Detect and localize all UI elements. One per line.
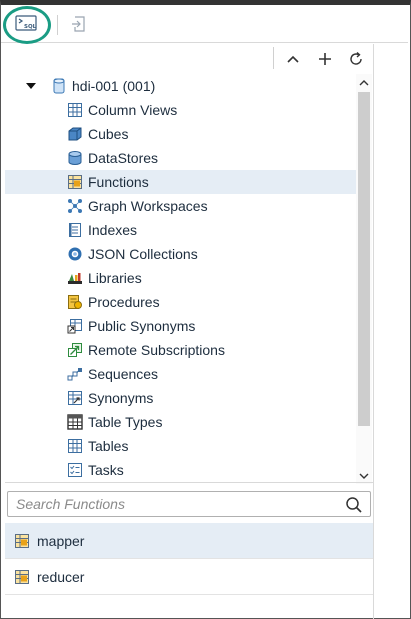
tree-item-remote-subscriptions[interactable]: Remote Subscriptions (5, 338, 356, 362)
tree-item-label: Column Views (88, 102, 178, 118)
tree-item-cubes[interactable]: Cubes (5, 122, 356, 146)
tree-root-label: hdi-001 (001) (72, 78, 156, 94)
panel-divider (373, 44, 374, 619)
tree-scrollbar[interactable] (356, 74, 372, 484)
tree-item-datastores[interactable]: DataStores (5, 146, 356, 170)
search-icon[interactable] (345, 496, 363, 514)
tree-toolbar (5, 44, 373, 74)
table-type-icon (67, 414, 83, 430)
search-results-list: mapper reducer (5, 523, 373, 619)
tree-toolbar-divider (273, 47, 274, 69)
search-input[interactable] (16, 495, 336, 513)
tree-item-label: Graph Workspaces (88, 198, 208, 214)
toolbar-divider (57, 15, 58, 35)
tree-bottom-divider (5, 482, 373, 483)
procedure-icon (68, 295, 82, 309)
tree-item-label: Functions (88, 174, 149, 190)
tree-item-tables[interactable]: Tables (5, 434, 356, 458)
scroll-thumb[interactable] (358, 92, 370, 426)
scroll-up-button[interactable] (356, 76, 372, 90)
tree-item-label: Public Synonyms (88, 318, 196, 334)
catalog-tree: hdi-001 (001) Column Views Cubes DataSto… (5, 74, 356, 480)
scroll-down-button[interactable] (356, 469, 372, 483)
import-icon (72, 16, 85, 32)
tree-item-label: Procedures (88, 294, 160, 310)
tree-item-label: Remote Subscriptions (88, 342, 225, 358)
database-icon (53, 78, 65, 94)
json-collection-icon (68, 247, 82, 261)
column-views-icon (68, 103, 82, 117)
refresh-button[interactable] (344, 48, 368, 70)
tree-item-label: Sequences (88, 366, 159, 382)
tree-item-label: DataStores (88, 150, 159, 166)
tree-item-label: Tables (88, 438, 129, 454)
tree-item-label: Indexes (88, 222, 138, 238)
chevron-down-icon (359, 473, 369, 479)
sql-console-button[interactable]: SQL (11, 11, 41, 37)
caret-down-icon[interactable] (25, 82, 37, 90)
add-button[interactable] (313, 48, 337, 70)
tree-item-tasks[interactable]: Tasks (5, 458, 356, 480)
tree-item-indexes[interactable]: Indexes (5, 218, 356, 242)
table-icon (68, 439, 82, 453)
sequence-icon (67, 368, 82, 381)
chevron-up-icon (359, 80, 369, 86)
result-item-mapper[interactable]: mapper (5, 523, 373, 559)
tree-item-label: Synonyms (88, 390, 154, 406)
result-item-label: mapper (37, 532, 85, 549)
task-icon (68, 463, 82, 477)
cube-icon (68, 127, 82, 141)
main-toolbar: SQL (1, 5, 408, 44)
result-item-label: reducer (37, 568, 85, 585)
import-button[interactable] (64, 11, 94, 37)
result-item-reducer[interactable]: reducer (5, 559, 373, 595)
tree-item-functions[interactable]: Functions (5, 170, 356, 194)
index-icon (69, 223, 81, 237)
tree-item-synonyms[interactable]: Synonyms (5, 386, 356, 410)
sql-console-icon: SQL (15, 15, 37, 31)
tree-item-label: Libraries (88, 270, 142, 286)
tree-item-table-types[interactable]: Table Types (5, 410, 356, 434)
tree-item-label: Table Types (88, 414, 163, 430)
remote-subscription-icon (68, 343, 82, 357)
graph-workspace-icon (68, 199, 82, 213)
tree-item-label: JSON Collections (88, 246, 198, 262)
tree-root-node[interactable]: hdi-001 (001) (5, 74, 356, 98)
function-icon (15, 569, 29, 584)
datastore-icon (68, 151, 82, 165)
synonym-icon (68, 391, 82, 405)
tree-item-label: Cubes (88, 126, 129, 142)
svg-text:SQL: SQL (24, 24, 37, 30)
function-icon (15, 533, 29, 548)
tree-item-label: Tasks (88, 462, 124, 478)
library-icon (68, 273, 82, 284)
function-icon (68, 175, 82, 189)
tree-item-column-views[interactable]: Column Views (5, 98, 356, 122)
public-synonym-icon (67, 319, 82, 334)
tree-item-graph-workspaces[interactable]: Graph Workspaces (5, 194, 356, 218)
plus-icon (319, 53, 331, 65)
collapse-button[interactable] (281, 48, 305, 70)
refresh-icon (350, 51, 362, 65)
search-box (7, 491, 371, 517)
tree-item-public-synonyms[interactable]: Public Synonyms (5, 314, 356, 338)
tree-item-libraries[interactable]: Libraries (5, 266, 356, 290)
tree-item-procedures[interactable]: Procedures (5, 290, 356, 314)
tree-item-json-collections[interactable]: JSON Collections (5, 242, 356, 266)
chevron-up-icon (287, 55, 299, 63)
tree-item-sequences[interactable]: Sequences (5, 362, 356, 386)
